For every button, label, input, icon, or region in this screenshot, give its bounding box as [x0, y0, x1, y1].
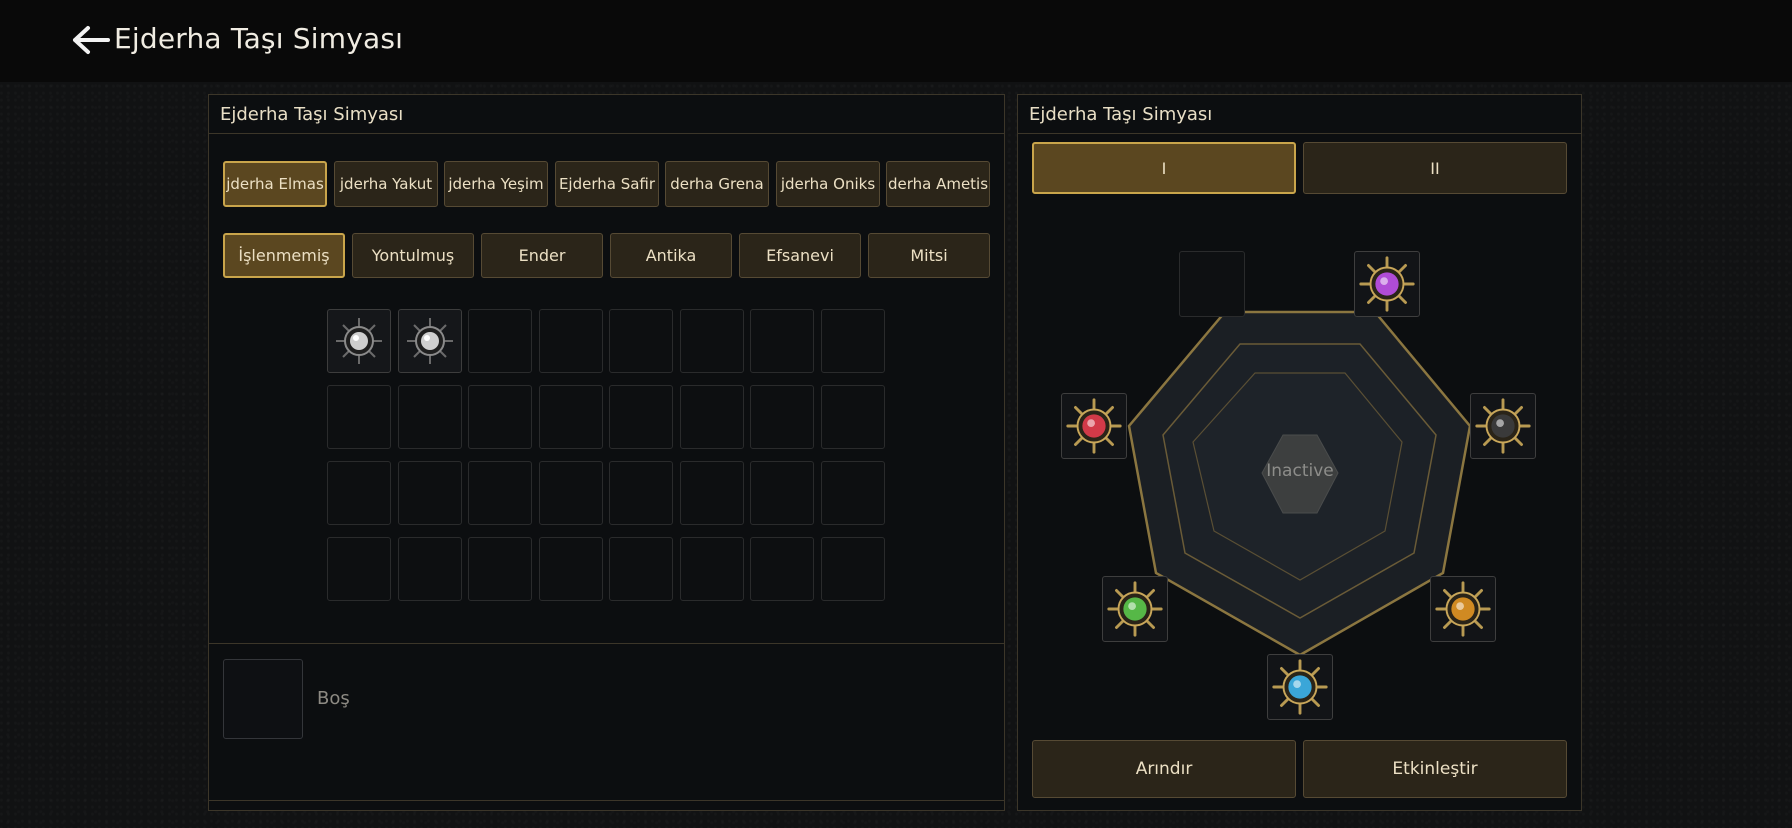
inventory-slot[interactable] [820, 537, 885, 601]
tab-ejderha-yesim[interactable]: jderha Yeşim [444, 161, 548, 207]
tab-antika[interactable]: Antika [610, 233, 732, 278]
inventory-slot[interactable] [468, 537, 532, 601]
top-bar: Ejderha Taşı Simyası [0, 0, 1792, 82]
inventory-slot[interactable] [750, 537, 814, 601]
tab-ejderha-yakut[interactable]: jderha Yakut [334, 161, 438, 207]
inventory-slot[interactable] [538, 461, 603, 525]
inventory-slot[interactable] [327, 309, 391, 373]
tab-islenmemis[interactable]: İşlenmemiş [223, 233, 345, 278]
inventory-slot[interactable] [609, 537, 673, 601]
purple-stone-icon [1359, 256, 1415, 312]
black-stone-socket[interactable] [1470, 393, 1536, 459]
selected-item-detail: Boş [209, 643, 1004, 801]
inventory-slot[interactable] [609, 461, 673, 525]
page-title: Ejderha Taşı Simyası [114, 22, 404, 55]
inventory-slot[interactable] [397, 385, 462, 449]
white-dragon-stone-icon [406, 318, 453, 364]
white-dragon-stone-icon [336, 318, 382, 364]
inventory-slot[interactable] [820, 461, 885, 525]
tab-efsanevi[interactable]: Efsanevi [739, 233, 861, 278]
inventory-slot[interactable] [538, 385, 603, 449]
top-left-socket[interactable] [1179, 251, 1245, 317]
inventory-slot[interactable] [538, 537, 603, 601]
inventory-slot[interactable] [679, 537, 744, 601]
panel-title: Ejderha Taşı Simyası [220, 104, 404, 125]
blue-stone-icon [1272, 659, 1328, 715]
tab-ejderha-safir[interactable]: Ejderha Safir [555, 161, 659, 207]
inventory-slot[interactable] [750, 385, 814, 449]
inventory-slot[interactable] [327, 385, 391, 449]
green-stone-icon [1107, 581, 1163, 637]
tab-ejderha-elmas[interactable]: jderha Elmas [223, 161, 327, 207]
blue-stone-socket[interactable] [1267, 654, 1333, 720]
inventory-slot[interactable] [468, 385, 532, 449]
inventory-slot[interactable] [609, 385, 673, 449]
inventory-slot[interactable] [609, 309, 673, 373]
inventory-slot[interactable] [397, 309, 462, 373]
inventory-slot[interactable] [679, 461, 744, 525]
green-stone-socket[interactable] [1102, 576, 1168, 642]
inventory-slot[interactable] [397, 537, 462, 601]
inventory-slot[interactable] [679, 309, 744, 373]
black-stone-icon [1475, 398, 1531, 454]
back-arrow-icon[interactable] [72, 24, 112, 56]
selected-item-label: Boş [317, 688, 350, 709]
refine-button[interactable]: Arındır [1032, 740, 1296, 798]
inventory-slot[interactable] [327, 461, 391, 525]
inventory-slot[interactable] [538, 309, 603, 373]
tab-ejderha-grena[interactable]: derha Grena [665, 161, 769, 207]
inventory-slot[interactable] [820, 309, 885, 373]
inventory-slot[interactable] [468, 461, 532, 525]
red-stone-icon [1066, 398, 1122, 454]
panel-header: Ejderha Taşı Simyası [209, 95, 1004, 134]
activate-button[interactable]: Etkinleştir [1303, 740, 1567, 798]
alchemy-socket-panel: Ejderha Taşı Simyası I II Inactive Arınd… [1017, 94, 1582, 811]
tab-ejderha-ametist[interactable]: derha Ametis [886, 161, 990, 207]
red-stone-socket[interactable] [1061, 393, 1127, 459]
amber-stone-icon [1435, 581, 1491, 637]
tab-ender[interactable]: Ender [481, 233, 603, 278]
core-status-label: Inactive [1266, 461, 1334, 481]
inventory-slot[interactable] [468, 309, 532, 373]
selected-item-slot [223, 659, 303, 739]
inventory-slot[interactable] [750, 309, 814, 373]
inventory-slot[interactable] [820, 385, 885, 449]
tab-mitsi[interactable]: Mitsi [868, 233, 990, 278]
tab-yontulmus[interactable]: Yontulmuş [352, 233, 474, 278]
inventory-slot[interactable] [397, 461, 462, 525]
inventory-slot[interactable] [750, 461, 814, 525]
inventory-slot[interactable] [327, 537, 391, 601]
tab-ejderha-oniks[interactable]: jderha Oniks [776, 161, 880, 207]
purple-stone-socket[interactable] [1354, 251, 1420, 317]
inventory-slot[interactable] [679, 385, 744, 449]
amber-stone-socket[interactable] [1430, 576, 1496, 642]
alchemy-inventory-panel: Ejderha Taşı Simyası jderha Elmas jderha… [208, 94, 1005, 811]
